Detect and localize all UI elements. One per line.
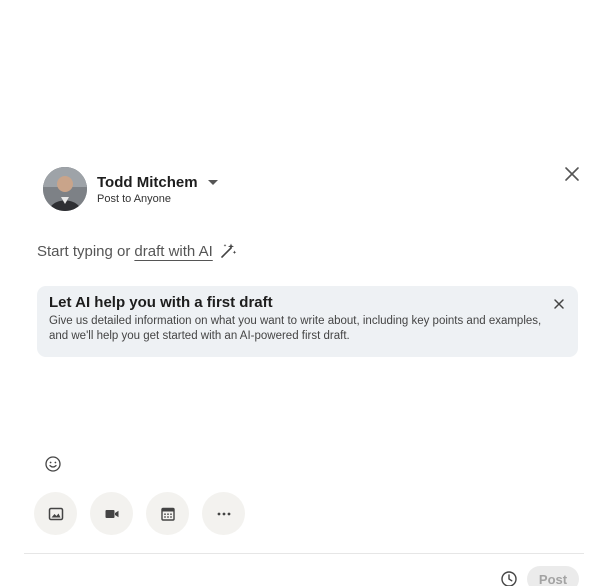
add-video-button[interactable] bbox=[90, 492, 133, 535]
magic-wand-icon bbox=[220, 243, 237, 258]
ai-card-title: Let AI help you with a first draft bbox=[49, 294, 273, 311]
footer-divider bbox=[24, 553, 584, 554]
author-selector[interactable]: Todd Mitchem Post to Anyone bbox=[43, 167, 218, 211]
close-icon[interactable] bbox=[552, 297, 566, 311]
emoji-icon[interactable] bbox=[44, 455, 62, 473]
caret-down-icon bbox=[207, 179, 218, 185]
author-info: Todd Mitchem Post to Anyone bbox=[97, 174, 218, 205]
post-text-editor[interactable]: Start typing or draft with AI bbox=[37, 242, 237, 260]
avatar bbox=[43, 167, 87, 211]
create-event-button[interactable] bbox=[146, 492, 189, 535]
post-button[interactable]: Post bbox=[527, 566, 579, 586]
image-icon bbox=[48, 507, 63, 520]
media-toolbar bbox=[34, 492, 258, 535]
add-photo-button[interactable] bbox=[34, 492, 77, 535]
more-options-button[interactable] bbox=[202, 492, 245, 535]
calendar-icon bbox=[160, 507, 175, 521]
author-name: Todd Mitchem bbox=[97, 173, 198, 191]
clock-icon[interactable] bbox=[500, 570, 518, 586]
draft-with-ai-link[interactable]: draft with AI bbox=[134, 243, 212, 260]
post-composer: Todd Mitchem Post to Anyone Start typing… bbox=[0, 0, 598, 586]
editor-placeholder: Start typing or bbox=[37, 242, 131, 260]
author-name-row: Todd Mitchem bbox=[97, 174, 218, 191]
more-icon bbox=[217, 512, 230, 515]
ai-draft-card: Let AI help you with a first draft Give … bbox=[37, 286, 578, 357]
audience-label: Post to Anyone bbox=[97, 192, 171, 205]
close-icon[interactable] bbox=[562, 164, 582, 184]
video-icon bbox=[105, 509, 118, 518]
ai-card-body: Give us detailed information on what you… bbox=[49, 315, 542, 342]
